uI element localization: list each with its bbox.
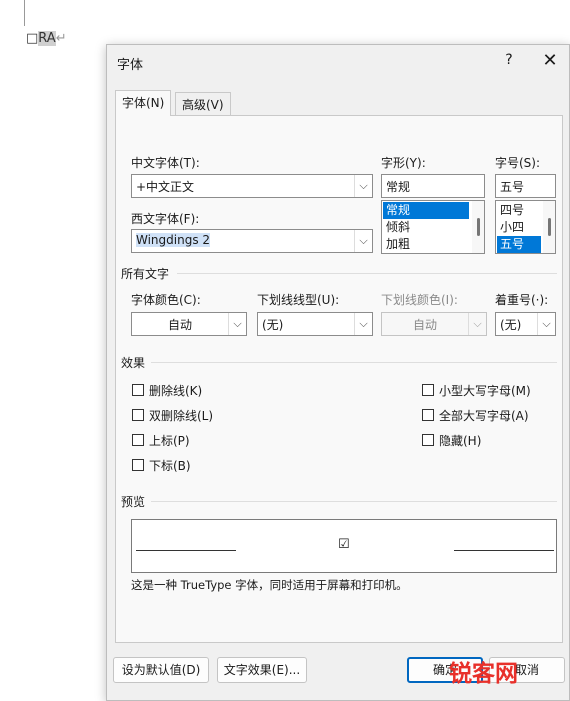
all-caps-label[interactable]: 全部大写字母(A) — [439, 407, 529, 424]
emphasis-label: 着重号(·): — [495, 293, 549, 307]
double-strikethrough-label[interactable]: 双删除线(L) — [149, 407, 213, 424]
font-color-label: 字体颜色(C): — [131, 293, 201, 307]
underline-color-value: 自动 — [412, 318, 437, 332]
list-item[interactable]: 五号 — [497, 236, 541, 253]
subscript-label[interactable]: 下标(B) — [149, 457, 191, 474]
small-caps-label[interactable]: 小型大写字母(M) — [439, 382, 531, 399]
western-font-value-wrap: Wingdings 2 — [133, 231, 213, 249]
small-caps-checkbox[interactable] — [422, 384, 434, 396]
scroll-thumb[interactable] — [548, 218, 551, 236]
divider — [151, 362, 557, 363]
strikethrough-checkbox[interactable] — [132, 384, 144, 396]
font-dialog: 字体 ? ✕ 字体(N) 高级(V) 中文字体(T): +中文正文 ⌵ 西文字体… — [106, 44, 570, 701]
set-default-button[interactable]: 设为默认值(D) — [113, 657, 209, 683]
dialog-title: 字体 — [117, 58, 144, 73]
list-item[interactable]: 四号 — [497, 202, 541, 219]
size-scrollbar[interactable] — [543, 201, 555, 253]
chevron-down-icon[interactable]: ⌵ — [537, 313, 555, 335]
underline-color-label: 下划线颜色(I): — [381, 293, 458, 307]
underline-color-select: 自动 ⌵ — [381, 312, 487, 336]
preview-glyph: ☑ — [338, 537, 350, 552]
style-input[interactable]: 常规 — [381, 174, 485, 198]
chevron-down-icon[interactable]: ⌵ — [228, 313, 246, 335]
chinese-font-label: 中文字体(T): — [131, 156, 200, 170]
chinese-font-value: +中文正文 — [136, 180, 195, 194]
placeholder-glyph: □ — [26, 31, 39, 46]
preview-note: 这是一种 TrueType 字体，同时适用于屏幕和打印机。 — [131, 578, 408, 592]
chevron-down-icon[interactable]: ⌵ — [354, 230, 372, 252]
list-item[interactable]: 常规 — [383, 202, 469, 219]
all-caps-checkbox[interactable] — [422, 409, 434, 421]
size-input[interactable]: 五号 — [495, 174, 556, 198]
tab-advanced[interactable]: 高级(V) — [175, 92, 231, 116]
document-text-line: □RA↵ — [26, 31, 67, 46]
preview-heading: 预览 — [121, 495, 146, 509]
selected-text[interactable]: RA — [38, 31, 56, 46]
chevron-down-icon: ⌵ — [468, 313, 486, 335]
chinese-font-select[interactable]: +中文正文 ⌵ — [131, 174, 373, 198]
site-watermark: 锐客网 — [449, 661, 518, 687]
underline-style-select[interactable]: (无) ⌵ — [257, 312, 373, 336]
chevron-down-icon[interactable]: ⌵ — [354, 313, 372, 335]
all-text-heading: 所有文字 — [121, 267, 170, 281]
preview-box: ☑ — [131, 519, 557, 573]
style-scrollbar[interactable] — [472, 201, 484, 253]
close-icon[interactable]: ✕ — [539, 50, 561, 72]
divider — [151, 501, 557, 502]
preview-baseline-right — [454, 550, 554, 551]
scroll-thumb[interactable] — [477, 218, 480, 236]
emphasis-value: (无) — [500, 318, 522, 332]
style-value: 常规 — [386, 180, 411, 194]
list-item[interactable]: 小四 — [497, 219, 541, 236]
chevron-down-icon[interactable]: ⌵ — [354, 175, 372, 197]
superscript-checkbox[interactable] — [132, 434, 144, 446]
tab-font[interactable]: 字体(N) — [115, 90, 172, 116]
font-color-value: 自动 — [167, 318, 192, 332]
style-list[interactable]: 常规 倾斜 加粗 — [381, 200, 485, 254]
western-font-select[interactable]: Wingdings 2 ⌵ — [131, 229, 373, 253]
double-strikethrough-checkbox[interactable] — [132, 409, 144, 421]
paragraph-mark: ↵ — [55, 31, 67, 46]
text-effects-button[interactable]: 文字效果(E)... — [217, 657, 307, 683]
list-item[interactable]: 加粗 — [383, 236, 469, 253]
effects-heading: 效果 — [121, 356, 146, 370]
underline-style-value: (无) — [262, 318, 284, 332]
style-label: 字形(Y): — [381, 156, 426, 170]
size-list[interactable]: 四号 小四 五号 — [495, 200, 556, 254]
divider — [177, 273, 557, 274]
help-button[interactable]: ? — [499, 52, 519, 72]
text-cursor-line — [24, 0, 25, 26]
preview-baseline-left — [136, 550, 236, 551]
hidden-label[interactable]: 隐藏(H) — [439, 432, 481, 449]
font-color-select[interactable]: 自动 ⌵ — [131, 312, 247, 336]
western-font-value: Wingdings 2 — [136, 233, 211, 247]
list-item[interactable]: 倾斜 — [383, 219, 469, 236]
western-font-label: 西文字体(F): — [131, 212, 200, 226]
emphasis-select[interactable]: (无) ⌵ — [495, 312, 556, 336]
hidden-checkbox[interactable] — [422, 434, 434, 446]
strikethrough-label[interactable]: 删除线(K) — [149, 382, 202, 399]
size-value: 五号 — [500, 180, 525, 194]
superscript-label[interactable]: 上标(P) — [149, 432, 190, 449]
underline-style-label: 下划线线型(U): — [257, 293, 340, 307]
size-label: 字号(S): — [495, 156, 541, 170]
subscript-checkbox[interactable] — [132, 459, 144, 471]
